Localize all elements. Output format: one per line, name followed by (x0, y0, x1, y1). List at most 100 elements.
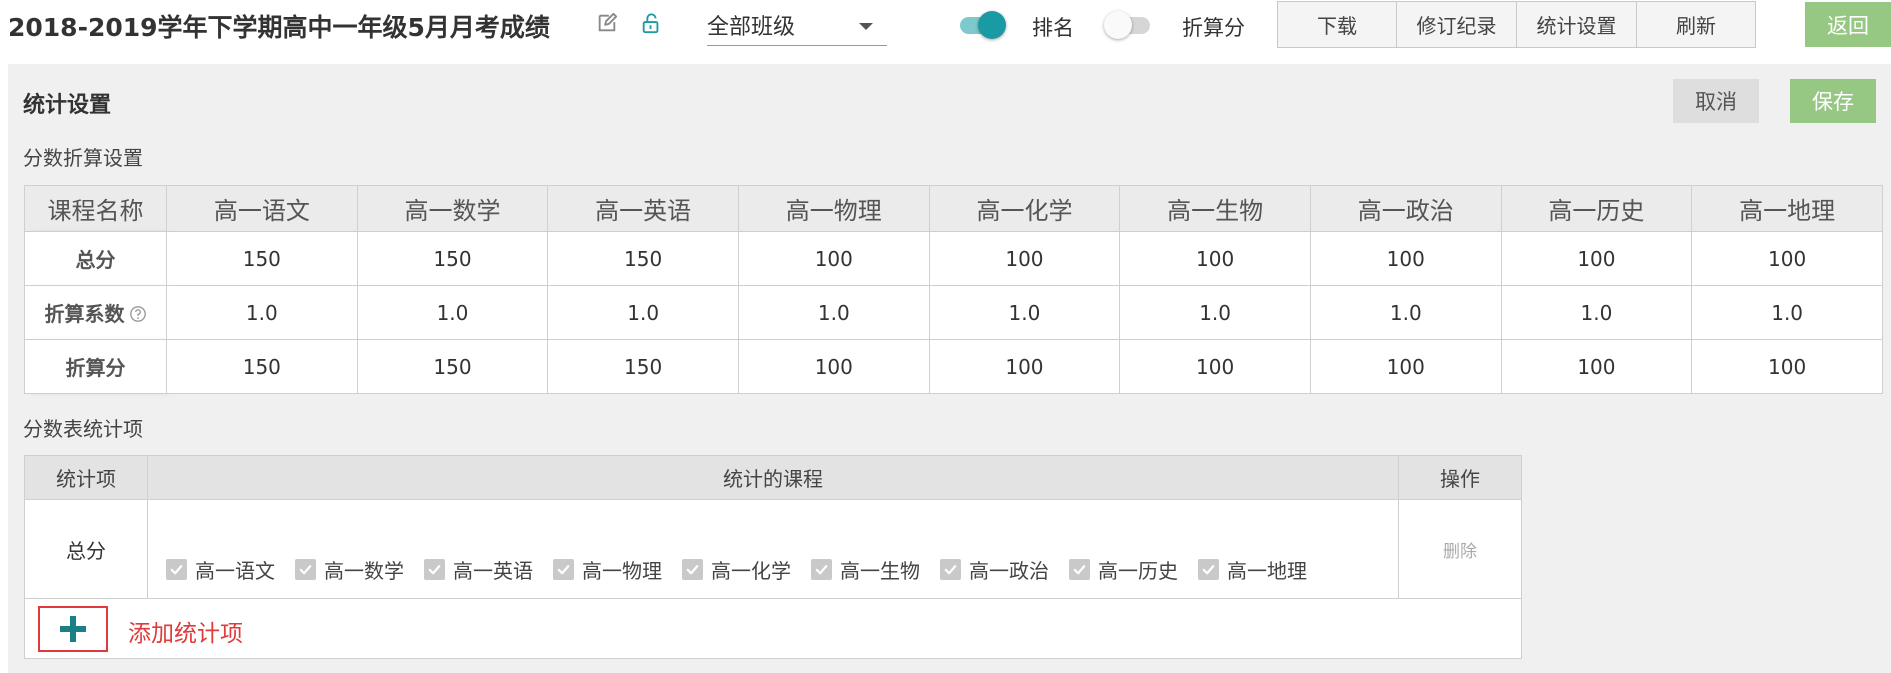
course-checkbox[interactable]: 高一语文 (166, 555, 275, 584)
save-button[interactable]: 保存 (1790, 79, 1876, 123)
download-button[interactable]: 下载 (1278, 2, 1397, 47)
statistics-items-table: 统计项 统计的课程 操作 总分 高一语文 高一数学 高一英语 高一物理 高一化学 高一生物… (24, 455, 1522, 599)
conversion-factor-cell[interactable]: 1.0 (1500, 285, 1693, 340)
checkbox-checked-icon (1198, 558, 1219, 580)
column-header-course: 高一语文 (166, 185, 358, 232)
panel-title: 统计设置 (23, 93, 112, 118)
class-select[interactable]: 全部班级 (707, 8, 887, 46)
score-table-header-row: 课程名称 高一语文 高一数学 高一英语 高一物理 高一化学 高一生物 高一政治 … (24, 185, 1883, 232)
course-checkbox[interactable]: 高一英语 (424, 555, 533, 584)
toolbar-button-group: 下载 修订纪录 统计设置 刷新 (1277, 1, 1756, 48)
checkbox-checked-icon (295, 558, 316, 580)
course-checkbox[interactable]: 高一生物 (811, 555, 920, 584)
conversion-factor-cell[interactable]: 1.0 (547, 285, 739, 340)
total-score-row: 总分 150 150 150 100 100 100 100 100 100 (24, 231, 1883, 286)
converted-score-cell: 150 (356, 339, 549, 394)
refresh-button[interactable]: 刷新 (1637, 2, 1755, 47)
chevron-down-icon (859, 23, 873, 30)
statistics-settings-button[interactable]: 统计设置 (1517, 2, 1637, 47)
column-header-stat-courses: 统计的课程 (147, 455, 1399, 500)
rank-toggle-label: 排名 (1032, 16, 1074, 40)
total-score-cell[interactable]: 100 (1119, 231, 1311, 286)
column-header-course: 高一政治 (1309, 185, 1502, 232)
course-checkbox[interactable]: 高一化学 (682, 555, 791, 584)
checkbox-checked-icon (424, 558, 445, 580)
column-header-course: 高一历史 (1500, 185, 1693, 232)
checkbox-checked-icon (166, 558, 187, 580)
column-header-course-name: 课程名称 (24, 185, 167, 232)
unlock-icon-graphic (642, 13, 659, 34)
add-stat-item-button[interactable] (38, 606, 108, 652)
total-score-cell[interactable]: 100 (928, 231, 1121, 286)
course-checkbox-list: 高一语文 高一数学 高一英语 高一物理 高一化学 高一生物 高一政治 高一历史 高一地理 (148, 500, 1398, 598)
checkbox-checked-icon (553, 558, 574, 580)
rank-toggle[interactable] (958, 10, 1006, 40)
course-checkbox-label: 高一数学 (324, 558, 404, 583)
course-checkbox[interactable]: 高一数学 (295, 555, 404, 584)
conversion-factor-label: 折算系数 (44, 302, 125, 326)
course-checkbox[interactable]: 高一地理 (1198, 555, 1307, 584)
row-label-converted-score: 折算分 (24, 339, 167, 394)
converted-score-toggle[interactable] (1104, 10, 1152, 40)
checkbox-checked-icon (811, 558, 832, 580)
help-icon[interactable] (129, 305, 147, 323)
table-row: 总分 高一语文 高一数学 高一英语 高一物理 高一化学 高一生物 高一政治 高一历史 高一地理 … (24, 499, 1522, 599)
rank-toggle-knob (978, 11, 1006, 39)
converted-score-cell: 100 (737, 339, 930, 394)
total-score-cell[interactable]: 100 (1691, 231, 1883, 286)
revision-history-button[interactable]: 修订纪录 (1397, 2, 1517, 47)
course-checkbox[interactable]: 高一物理 (553, 555, 662, 584)
course-checkbox-label: 高一英语 (453, 558, 533, 583)
course-checkbox-label: 高一语文 (195, 558, 275, 583)
delete-button[interactable]: 删除 (1443, 542, 1477, 562)
conversion-factor-cell[interactable]: 1.0 (356, 285, 549, 340)
column-header-course: 高一物理 (737, 185, 930, 232)
total-score-cell[interactable]: 100 (737, 231, 930, 286)
converted-score-cell: 100 (1691, 339, 1883, 394)
cancel-button[interactable]: 取消 (1673, 79, 1759, 123)
edit-icon[interactable] (596, 12, 618, 34)
course-checkbox[interactable]: 高一政治 (940, 555, 1049, 584)
checkbox-checked-icon (940, 558, 961, 580)
score-stats-section-label: 分数表统计项 (23, 417, 143, 441)
column-header-action: 操作 (1398, 455, 1522, 500)
conversion-factor-cell[interactable]: 1.0 (1691, 285, 1883, 340)
checkbox-checked-icon (1069, 558, 1090, 580)
top-bar: 2018-2019学年下学期高中一年级5月月考成绩 全部班级 排名 折算分 下载… (0, 0, 1891, 51)
unlock-icon[interactable] (640, 12, 662, 34)
total-score-cell[interactable]: 100 (1309, 231, 1502, 286)
add-stat-item-row: 添加统计项 (24, 599, 1522, 659)
total-score-cell[interactable]: 150 (547, 231, 739, 286)
converted-score-toggle-knob (1104, 11, 1132, 39)
course-checkbox[interactable]: 高一历史 (1069, 555, 1178, 584)
score-conversion-table: 课程名称 高一语文 高一数学 高一英语 高一物理 高一化学 高一生物 高一政治 … (24, 185, 1883, 394)
converted-score-cell: 150 (166, 339, 358, 394)
conversion-factor-cell[interactable]: 1.0 (928, 285, 1121, 340)
total-score-cell[interactable]: 150 (356, 231, 549, 286)
stat-item-name: 总分 (24, 499, 148, 599)
course-checkbox-label: 高一物理 (582, 558, 662, 583)
conversion-factor-cell[interactable]: 1.0 (1119, 285, 1311, 340)
stats-table-header-row: 统计项 统计的课程 操作 (24, 455, 1522, 500)
course-checkbox-label: 高一政治 (969, 558, 1049, 583)
course-checkbox-label: 高一历史 (1098, 558, 1178, 583)
add-stat-item-label[interactable]: 添加统计项 (128, 614, 243, 648)
converted-score-row: 折算分 150 150 150 100 100 100 100 100 100 (24, 339, 1883, 394)
converted-score-cell: 150 (547, 339, 739, 394)
edit-icon-graphic (598, 12, 618, 32)
conversion-factor-cell[interactable]: 1.0 (166, 285, 358, 340)
conversion-factor-cell[interactable]: 1.0 (737, 285, 930, 340)
total-score-cell[interactable]: 100 (1500, 231, 1693, 286)
checkbox-checked-icon (682, 558, 703, 580)
course-checkbox-label: 高一生物 (840, 558, 920, 583)
column-header-course: 高一生物 (1119, 185, 1311, 232)
row-label-conversion-factor: 折算系数 (24, 285, 167, 340)
column-header-course: 高一化学 (928, 185, 1121, 232)
class-select-value: 全部班级 (707, 15, 796, 40)
help-icon-graphic (129, 306, 146, 322)
conversion-factor-cell[interactable]: 1.0 (1309, 285, 1502, 340)
page-title: 2018-2019学年下学期高中一年级5月月考成绩 (8, 13, 550, 42)
total-score-cell[interactable]: 150 (166, 231, 358, 286)
column-header-course: 高一英语 (547, 185, 739, 232)
back-button[interactable]: 返回 (1805, 2, 1891, 47)
